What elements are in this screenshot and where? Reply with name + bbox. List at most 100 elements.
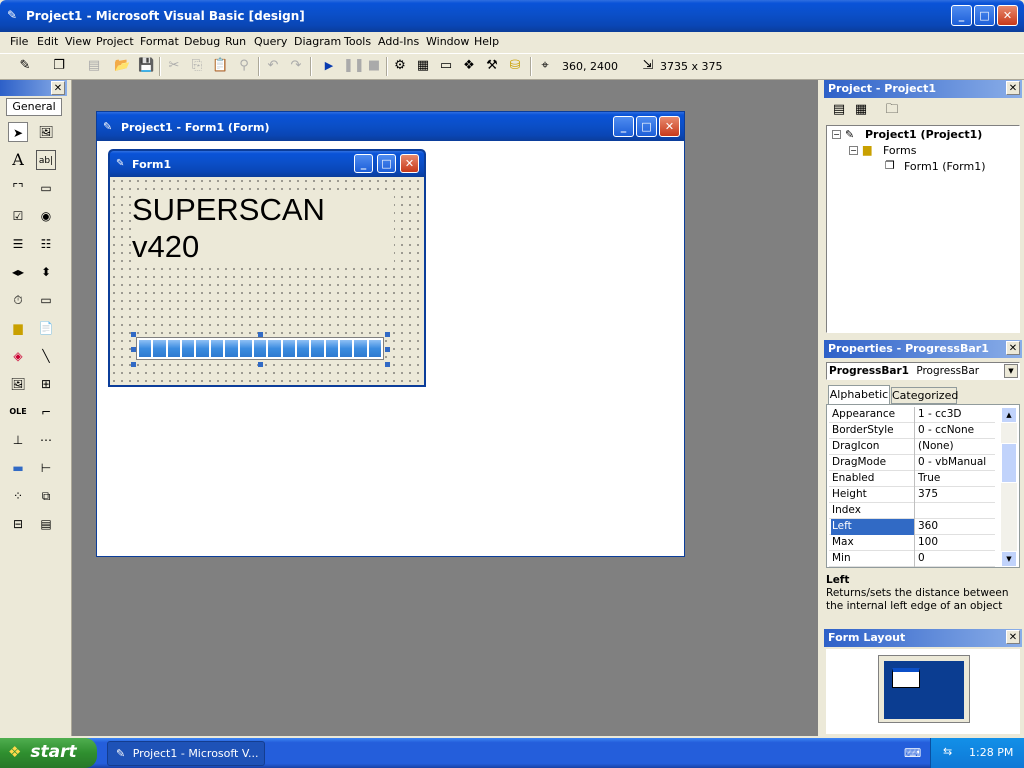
scroll-down-button[interactable]: ▼ xyxy=(1001,551,1017,567)
menu-tools[interactable]: Tools xyxy=(344,35,371,48)
dirlistbox-icon[interactable]: ▆ xyxy=(8,318,28,338)
maximize-button[interactable]: □ xyxy=(974,5,995,26)
property-name[interactable]: DragMode xyxy=(831,455,915,471)
start-button[interactable]: ❖ start xyxy=(0,738,97,768)
imagelist-icon[interactable]: ⧉ xyxy=(36,486,56,506)
menu-debug[interactable]: Debug xyxy=(184,35,220,48)
object-browser-icon[interactable]: ❖ xyxy=(461,58,477,74)
add-form-icon[interactable]: ❐ xyxy=(51,58,67,74)
property-row[interactable]: Min 0 xyxy=(829,551,995,567)
tabstrip-icon[interactable]: ▤ xyxy=(36,514,56,534)
toolbox-icon[interactable]: ⚒ xyxy=(484,58,500,74)
property-name[interactable]: Left xyxy=(831,519,915,535)
treeview-icon[interactable]: ⊢ xyxy=(36,458,56,478)
end-icon[interactable]: ■ xyxy=(366,58,382,74)
view-code-icon[interactable]: ▤ xyxy=(831,102,847,118)
form-preview[interactable] xyxy=(892,668,920,688)
filelistbox-icon[interactable]: 📄 xyxy=(36,318,56,338)
frame-icon[interactable]: ⌜⌝ xyxy=(8,178,28,198)
toolbar-icon[interactable]: ⊟ xyxy=(8,514,28,534)
network-icon[interactable]: ⇆ xyxy=(943,745,952,758)
property-value[interactable]: 360 xyxy=(917,519,995,535)
tree-collapse-icon[interactable]: − xyxy=(832,130,841,139)
form1-title-bar[interactable]: ✎ Form1 _ □ ✕ xyxy=(110,151,424,177)
property-value[interactable]: (None) xyxy=(917,439,995,455)
label-icon[interactable]: A xyxy=(8,150,28,170)
property-value[interactable]: 375 xyxy=(917,487,995,503)
close-button[interactable]: ✕ xyxy=(997,5,1018,26)
menu-file[interactable]: File xyxy=(10,35,28,48)
tab-categorized[interactable]: Categorized xyxy=(891,387,958,404)
selection-handle[interactable] xyxy=(385,347,390,352)
property-value[interactable]: True xyxy=(917,471,995,487)
property-name[interactable]: Min xyxy=(831,551,915,567)
ole-icon[interactable]: OLE xyxy=(8,402,28,422)
property-row[interactable]: DragIcon (None) xyxy=(829,439,995,455)
find-icon[interactable]: ⚲ xyxy=(236,58,252,74)
listview-icon[interactable]: ⁘ xyxy=(8,486,28,506)
property-value[interactable]: 100 xyxy=(917,535,995,551)
toolbox-tab-general[interactable]: General xyxy=(6,98,62,116)
selection-handle[interactable] xyxy=(131,332,136,337)
save-project-icon[interactable]: 💾 xyxy=(138,58,154,74)
data-view-icon[interactable]: ⛁ xyxy=(507,58,523,74)
undo-icon[interactable]: ↶ xyxy=(265,58,281,74)
toggle-folders-icon[interactable]: 🗀 xyxy=(884,102,900,118)
form1-maximize-button[interactable]: □ xyxy=(377,154,396,173)
project-explorer-icon[interactable]: ⚙ xyxy=(392,58,408,74)
property-row[interactable]: Max 100 xyxy=(829,535,995,551)
shape-icon[interactable]: ◈ xyxy=(8,346,28,366)
form1-close-button[interactable]: ✕ xyxy=(400,154,419,173)
properties-close-button[interactable]: ✕ xyxy=(1006,341,1020,355)
property-row[interactable]: Left 360 xyxy=(829,519,995,535)
form1-window[interactable]: ✎ Form1 _ □ ✕ SUPERSCAN v420 xyxy=(108,149,426,387)
paste-icon[interactable]: 📋 xyxy=(212,58,228,74)
menu-edit[interactable]: Edit xyxy=(37,35,58,48)
menu-diagram[interactable]: Diagram xyxy=(294,35,341,48)
checkbox-icon[interactable]: ☑ xyxy=(8,206,28,226)
property-value[interactable]: 0 - ccNone xyxy=(917,423,995,439)
property-value[interactable]: 0 xyxy=(917,551,995,567)
designer-minimize-button[interactable]: _ xyxy=(613,116,634,137)
property-name[interactable]: Max xyxy=(831,535,915,551)
designer-close-button[interactable]: ✕ xyxy=(659,116,680,137)
combobox-icon[interactable]: ☰ xyxy=(8,234,28,254)
selection-handle[interactable] xyxy=(258,362,263,367)
statusbar-icon[interactable]: ⋯ xyxy=(36,430,56,450)
slider-icon[interactable]: ⊥ xyxy=(8,430,28,450)
menu-addins[interactable]: Add-Ins xyxy=(378,35,419,48)
superscan-label[interactable]: SUPERSCAN v420 xyxy=(132,191,394,265)
line-icon[interactable]: ╲ xyxy=(36,346,56,366)
designer-maximize-button[interactable]: □ xyxy=(636,116,657,137)
drivelistbox-icon[interactable]: ▭ xyxy=(36,290,56,310)
property-name[interactable]: DragIcon xyxy=(831,439,915,455)
monitor-preview[interactable] xyxy=(878,655,970,723)
property-name[interactable]: Height xyxy=(831,487,915,503)
break-icon[interactable]: ❚❚ xyxy=(343,58,365,74)
view-object-icon[interactable]: ▦ xyxy=(853,102,869,118)
property-row[interactable]: Enabled True xyxy=(829,471,995,487)
hscrollbar-icon[interactable]: ◂▸ xyxy=(8,262,28,282)
tree-project-root[interactable]: Project1 (Project1) xyxy=(865,128,982,141)
tree-collapse-icon[interactable]: − xyxy=(849,146,858,155)
run-icon[interactable]: ▶ xyxy=(321,58,337,74)
keyboard-icon[interactable]: ⌨ xyxy=(904,746,921,760)
designer-title-bar[interactable]: ✎ Project1 - Form1 (Form) _ □ ✕ xyxy=(97,112,684,141)
property-scrollbar[interactable]: ▲ ▼ xyxy=(1001,407,1017,567)
commandbutton-icon[interactable]: ▭ xyxy=(36,178,56,198)
scroll-thumb[interactable] xyxy=(1001,443,1017,483)
property-row[interactable]: Appearance 1 - cc3D xyxy=(829,407,995,423)
form-layout-icon[interactable]: ▭ xyxy=(438,58,454,74)
selection-handle[interactable] xyxy=(258,332,263,337)
property-row[interactable]: DragMode 0 - vbManual xyxy=(829,455,995,471)
timer-icon[interactable]: ⏱ xyxy=(8,290,28,310)
add-project-icon[interactable]: ✎ xyxy=(17,58,33,74)
open-project-icon[interactable]: 📂 xyxy=(114,58,130,74)
minimize-button[interactable]: _ xyxy=(951,5,972,26)
clock[interactable]: 1:28 PM xyxy=(969,746,1013,759)
property-row[interactable]: Index xyxy=(829,503,995,519)
menu-project[interactable]: Project xyxy=(96,35,134,48)
menu-run[interactable]: Run xyxy=(225,35,246,48)
redo-icon[interactable]: ↷ xyxy=(288,58,304,74)
toolbox-close-button[interactable]: ✕ xyxy=(51,81,65,95)
